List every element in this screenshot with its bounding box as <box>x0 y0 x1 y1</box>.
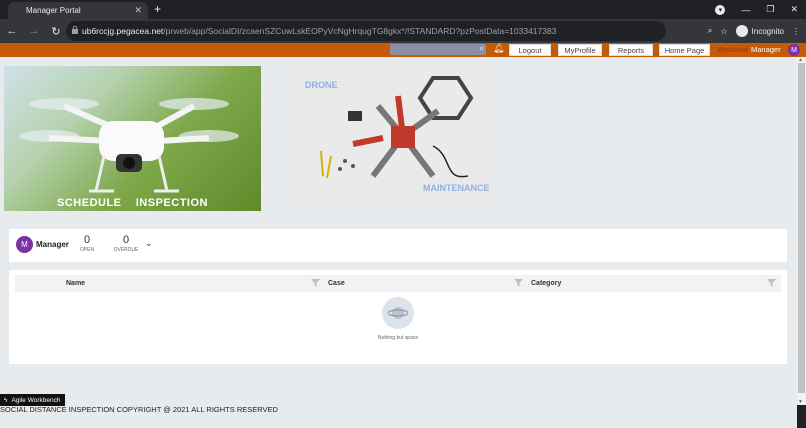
header-search-input[interactable]: ⌕ <box>390 44 486 55</box>
grid-header-row: Name Case Category <box>15 275 781 292</box>
window-controls: ▾ — ❐ ✕ <box>715 0 806 19</box>
lock-icon <box>72 26 78 34</box>
category-filter-icon[interactable] <box>767 278 776 287</box>
tab-search-icon[interactable]: ▾ <box>715 4 726 15</box>
schedule-inspection-banner[interactable]: SCHEDULE INSPECTION <box>4 66 261 211</box>
agile-workbench-label: Agile Workbench <box>11 396 61 404</box>
welcome-text: Welcome <box>717 45 749 54</box>
chevron-down-icon[interactable]: ⌄ <box>145 238 153 249</box>
manager-avatar: M <box>16 236 33 253</box>
schedule-inspection-label: SCHEDULE INSPECTION <box>57 197 208 209</box>
home-page-button[interactable]: Home Page <box>659 44 710 56</box>
drone-text: DRONE <box>305 80 338 90</box>
column-name-header[interactable]: Name <box>66 280 85 287</box>
reload-icon[interactable]: ↻ <box>46 25 66 38</box>
minimize-icon[interactable]: — <box>741 5 750 15</box>
maximize-icon[interactable]: ❐ <box>766 4 774 15</box>
scroll-down-icon[interactable]: ▼ <box>798 399 803 405</box>
address-bar[interactable]: ub6rccjg.pegacea.net/prweb/app/SocialDI/… <box>66 21 666 41</box>
worklist-summary: M Manager 0 OPEN 0 OVERDUE ⌄ <box>9 229 787 262</box>
summary-user-name: Manager <box>36 240 69 249</box>
incognito-icon <box>735 25 748 37</box>
zoom-search-icon[interactable]: ⌕ <box>708 26 712 36</box>
open-count: 0 <box>83 234 91 246</box>
drone-maintenance-banner[interactable]: DRONE MAINTENANCE <box>293 66 489 205</box>
case-filter-icon[interactable] <box>514 278 523 287</box>
planet-icon <box>382 297 414 329</box>
overdue-count-stat[interactable]: 0 OVERDUE <box>113 234 139 253</box>
browser-toolbar: ← → ↻ ub6rccjg.pegacea.net/prweb/app/Soc… <box>0 19 806 43</box>
column-case-header[interactable]: Case <box>328 280 345 287</box>
new-tab-icon[interactable]: + <box>154 2 161 16</box>
back-icon[interactable]: ← <box>2 25 22 37</box>
header-avatar[interactable]: M <box>788 44 800 56</box>
empty-state-text: Nothing but space <box>377 335 419 341</box>
name-filter-icon[interactable] <box>311 278 320 287</box>
incognito-indicator[interactable]: Incognito <box>735 25 784 37</box>
app-header: ⌕ 🔔︎ Logout MyProfile Reports Home Page … <box>0 43 806 57</box>
open-count-stat[interactable]: 0 OPEN <box>77 234 97 253</box>
tab-title: Manager Portal <box>26 6 81 15</box>
logout-button[interactable]: Logout <box>509 44 551 56</box>
overdue-count: 0 <box>122 234 130 246</box>
lightning-icon: ϟ <box>4 396 8 404</box>
toolbar-actions: ⌕ ☆ Incognito ⋮ <box>708 19 800 43</box>
overdue-label: OVERDUE <box>113 247 139 253</box>
reports-button[interactable]: Reports <box>609 44 653 56</box>
drone-photo <box>19 98 239 193</box>
close-tab-icon[interactable]: ✕ <box>134 5 142 16</box>
open-label: OPEN <box>79 247 95 253</box>
url-host: ub6rccjg.pegacea.net <box>82 26 164 36</box>
myprofile-button[interactable]: MyProfile <box>558 44 602 56</box>
search-icon[interactable]: ⌕ <box>480 44 484 54</box>
header-user-name[interactable]: Manager <box>751 45 781 54</box>
close-window-icon[interactable]: ✕ <box>790 4 798 15</box>
browser-tabstrip: Manager Portal ✕ + ▾ — ❐ ✕ <box>0 0 806 19</box>
forward-icon[interactable]: → <box>24 25 44 37</box>
page-scrollbar[interactable]: ▲ ▼ <box>797 57 806 405</box>
url-path: /prweb/app/SocialDI/zcaenSZCuwLskEOPyVcN… <box>163 26 557 36</box>
tab-manager-portal[interactable]: Manager Portal ✕ <box>8 2 148 19</box>
notifications-bell-icon[interactable]: 🔔︎ <box>493 43 504 54</box>
incognito-label: Incognito <box>751 26 784 36</box>
main-content: SCHEDULE INSPECTION DRONE MAINTENANCE M … <box>0 57 797 428</box>
browser-menu-icon[interactable]: ⋮ <box>792 27 800 36</box>
cases-grid: Name Case Category Nothing but space <box>9 270 787 364</box>
copyright-footer: SOCIAL DISTANCE INSPECTION COPYRIGHT @ 2… <box>0 405 278 414</box>
scroll-thumb[interactable] <box>798 63 805 393</box>
column-category-header[interactable]: Category <box>531 280 561 287</box>
maintenance-text: MAINTENANCE <box>423 183 489 193</box>
bookmark-star-icon[interactable]: ☆ <box>720 27 727 36</box>
